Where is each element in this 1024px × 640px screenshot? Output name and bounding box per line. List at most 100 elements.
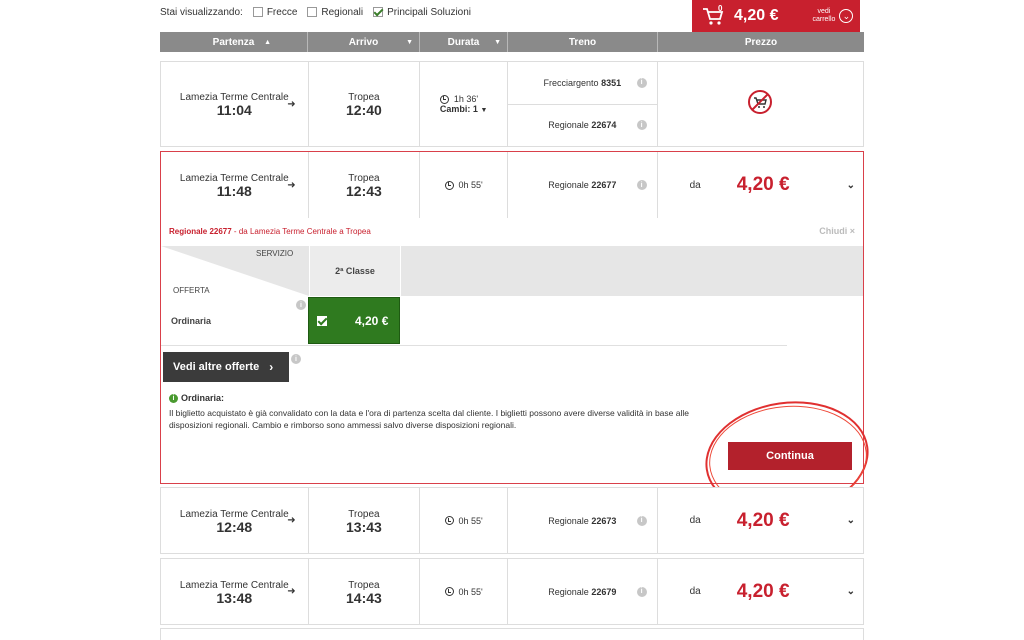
panel-train: Regionale 22677 — [169, 227, 232, 236]
cart-button[interactable]: 0 4,20 € vedi carrello ⌄ — [692, 0, 860, 32]
no-cart-icon — [747, 89, 773, 120]
chevron-down-icon[interactable]: ⌄ — [847, 586, 855, 597]
clock-icon — [439, 94, 449, 104]
price-from-label: da — [689, 515, 701, 526]
col-partenza[interactable]: Partenza ▲ — [160, 32, 308, 52]
class-header: 2ª Classe — [309, 246, 401, 296]
vedi-altre-offerte-button[interactable]: Vedi altre offerte › — [163, 352, 289, 382]
cart-amount: 4,20 € — [734, 7, 779, 24]
sort-down-icon[interactable]: ▼ — [406, 39, 413, 46]
filter-regionali-label: Regionali — [321, 6, 364, 18]
panel-a: a — [339, 227, 344, 236]
sort-up-icon[interactable]: ▲ — [264, 39, 271, 46]
filter-regionali[interactable]: Regionali — [307, 7, 363, 18]
offer-price-option[interactable]: 4,20 € — [308, 297, 400, 344]
info-icon[interactable]: i — [636, 120, 647, 131]
offer-table-header: SERVIZIO OFFERTA 2ª Classe — [161, 246, 863, 296]
panel-title: Regionale 22677 - da Lamezia Terme Centr… — [169, 227, 371, 236]
arrow-right-icon: ➜ — [287, 586, 296, 597]
regionali-checkbox[interactable] — [307, 7, 318, 17]
sort-down-icon[interactable]: ▼ — [494, 39, 501, 46]
info-icon[interactable]: i — [636, 586, 647, 597]
arrival-time: 12:40 — [346, 102, 382, 118]
departure-time: 11:48 — [216, 183, 252, 199]
vedi-carrello[interactable]: vedi carrello — [812, 8, 835, 24]
col-durata[interactable]: Durata ▼ — [420, 32, 508, 52]
train-name: Regionale 22679 — [548, 587, 616, 597]
price-cell[interactable]: da 4,20 € ⌄ — [658, 559, 863, 624]
cart-count: 0 — [718, 4, 723, 13]
offer-checkbox[interactable] — [317, 315, 327, 326]
arrow-right-icon: ➜ — [287, 98, 296, 110]
train-type: Frecciargento — [543, 77, 599, 88]
duration: 1h 36' — [453, 94, 479, 104]
frecce-checkbox[interactable] — [252, 7, 263, 17]
arrival-time: 12:43 — [346, 183, 382, 199]
price: 4,20 € — [736, 580, 790, 602]
departure-cell: Lamezia Terme Centrale 11:04 ➜ — [161, 62, 309, 146]
info-icon[interactable]: i — [636, 180, 647, 190]
train-cell: Regionale 22679 i — [508, 559, 658, 624]
train-number: 22674 — [591, 120, 617, 131]
panel-from: Lamezia Terme Centrale — [249, 227, 337, 236]
col-prezzo-label: Prezzo — [744, 36, 778, 48]
filter-label: Stai visualizzando: — [160, 6, 243, 18]
info-icon[interactable]: i — [636, 515, 647, 526]
chevron-down-icon[interactable]: ⌄ — [847, 180, 855, 191]
train-number: 8351 — [601, 77, 622, 88]
duration-cell: 0h 55' — [420, 559, 509, 624]
arrival-cell: Tropea 12:43 — [309, 152, 421, 218]
principali-checkbox[interactable] — [373, 7, 384, 17]
train-cell: Regionale 22677 i — [508, 152, 658, 218]
col-prezzo: Prezzo — [658, 32, 864, 52]
price: 4,20 € — [736, 509, 790, 531]
chevron-right-icon: › — [269, 360, 274, 374]
info-icon[interactable]: i — [291, 354, 301, 364]
continua-button[interactable]: Continua — [728, 442, 852, 470]
train-name: Regionale 22674 — [548, 120, 616, 130]
table-row-selected[interactable]: Lamezia Terme Centrale 11:48 ➜ Tropea 12:4… — [160, 151, 864, 219]
train-type: Regionale — [548, 180, 589, 190]
chevron-down-icon[interactable]: ⌄ — [847, 515, 855, 526]
clock-icon — [444, 516, 454, 525]
arrival-cell: Tropea 12:40 — [309, 62, 421, 146]
cart-chevron-icon[interactable]: ⌄ — [839, 9, 854, 23]
arrival-cell: Tropea 13:43 — [309, 488, 421, 553]
offer-desc-title: i Ordinaria: — [169, 393, 224, 403]
col-arrivo[interactable]: Arrivo ▼ — [308, 32, 420, 52]
filter-frecce[interactable]: Frecce — [252, 6, 298, 18]
info-icon[interactable]: i — [296, 300, 306, 310]
servizio-label: SERVIZIO — [256, 249, 294, 258]
duration: 0h 55' — [458, 515, 483, 526]
filter-frecce-label: Frecce — [266, 6, 298, 18]
price-cell[interactable]: da 4,20 € ⌄ — [658, 152, 863, 218]
train-type: Regionale — [548, 515, 589, 526]
departure-cell: Lamezia Terme Centrale 12:48 ➜ — [161, 488, 309, 553]
table-row[interactable]: Lamezia Terme Centrale 13:48 ➜ Tropea 14:4… — [160, 558, 864, 625]
price: 4,20 € — [736, 174, 790, 195]
table-row[interactable]: Lamezia Terme Centrale 12:48 ➜ Tropea 13:4… — [160, 487, 864, 554]
arrow-right-icon: ➜ — [287, 179, 296, 191]
changes-toggle[interactable]: Cambi: 1 ▼ — [440, 104, 487, 114]
train-name: Frecciargento 8351 — [544, 78, 622, 88]
price-cell — [658, 62, 863, 146]
clock-icon — [444, 180, 454, 190]
vedi-altre-label: Vedi altre offerte — [173, 361, 260, 373]
price-cell[interactable]: da 4,20 € ⌄ — [658, 488, 863, 553]
arrival-cell: Tropea 14:43 — [309, 559, 421, 624]
train-name: Regionale 22677 — [548, 180, 616, 190]
changes-label: Cambi: 1 — [439, 104, 478, 114]
duration: 0h 55' — [458, 180, 483, 190]
offer-price: 4,20 € — [355, 313, 389, 328]
table-row — [160, 628, 864, 640]
train-name: Regionale 22673 — [548, 516, 616, 526]
filter-principali[interactable]: Principali Soluzioni — [373, 7, 471, 18]
train-cell: Regionale 22673 i — [508, 488, 658, 553]
vedi-label: vedi — [817, 8, 831, 15]
table-row[interactable]: Lamezia Terme Centrale 11:04 ➜ Tropea 12:4… — [160, 61, 864, 147]
desc-title: Ordinaria: — [181, 393, 225, 403]
offer-panel: Regionale 22677 - da Lamezia Terme Centr… — [160, 218, 864, 484]
offerta-label: OFFERTA — [173, 286, 210, 295]
info-icon[interactable]: i — [636, 77, 647, 88]
close-button[interactable]: Chiudi × — [819, 226, 855, 236]
